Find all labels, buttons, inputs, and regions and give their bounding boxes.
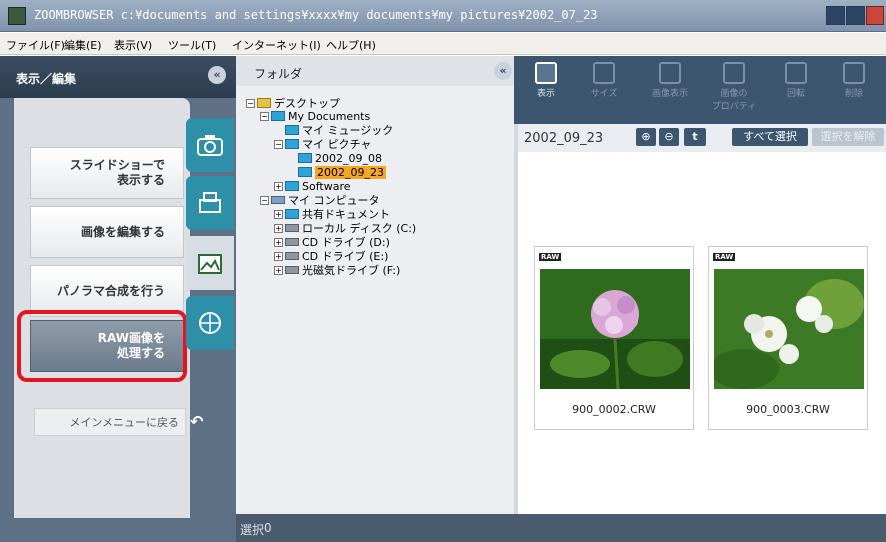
window-title: ZOOMBROWSER c:¥documents and settings¥xx… <box>34 8 598 22</box>
tree-node-desktop[interactable]: − デスクトップ <box>246 96 340 110</box>
view-icon <box>535 62 557 84</box>
collapse-folder-icon[interactable]: « <box>494 62 512 80</box>
folder-panel-header: フォルダ « <box>236 56 514 86</box>
folder-icon <box>285 181 299 191</box>
maximize-button[interactable] <box>846 6 865 25</box>
view-button[interactable]: 表示 <box>520 62 572 99</box>
selection-count: 0 <box>264 521 272 535</box>
select-all-button[interactable]: すべて選択 <box>732 128 808 146</box>
folder-panel-title: フォルダ <box>254 67 303 81</box>
selection-label: 選択 <box>240 523 265 537</box>
tree-node-2002-09-08[interactable]: 2002_09_08 <box>298 151 382 165</box>
computer-icon <box>271 196 285 204</box>
folder-icon <box>285 209 299 219</box>
tab-camera[interactable] <box>186 118 234 172</box>
thumbnail-item[interactable]: RAW 900_0003.CRW <box>708 246 868 430</box>
up-folder-button[interactable]: t <box>684 128 706 146</box>
tree-node-2002-09-23[interactable]: 2002_09_23 <box>298 165 386 179</box>
menu-edit[interactable]: 編集(E) <box>64 37 102 53</box>
size-icon <box>593 62 615 84</box>
task-panel-title: 表示／編集 <box>16 72 77 86</box>
tree-node-cd-e[interactable]: + CD ドライブ (E:) <box>274 249 388 263</box>
folder-icon <box>285 139 299 149</box>
raw-button-highlight <box>17 310 187 382</box>
rotate-icon <box>785 62 807 84</box>
open-folder-icon <box>298 167 312 177</box>
disk-icon <box>285 224 299 232</box>
menu-bar: ファイル(F) 編集(E) 表示(V) ツール(T) インターネット(I) ヘル… <box>0 33 886 55</box>
toolbar: 表示 サイズ 画像表示 画像の プロパティ 回転 削除 <box>514 56 886 124</box>
tab-print[interactable] <box>186 176 234 230</box>
white-flower-photo <box>714 269 864 389</box>
status-bar: 選択 0 <box>236 514 886 542</box>
print-icon <box>199 192 221 213</box>
hydrangea-photo <box>540 269 690 389</box>
folder-icon <box>298 153 312 163</box>
task-panel-header: 表示／編集 « <box>0 56 236 98</box>
tree-node-software[interactable]: + Software <box>274 179 351 193</box>
edit-image-button[interactable]: 画像を編集する <box>30 206 184 258</box>
content-header: 2002_09_23 ⊕ ⊖ t すべて選択 選択を解除 <box>518 124 886 152</box>
cd-icon <box>285 252 299 260</box>
rotate-button[interactable]: 回転 <box>770 62 822 99</box>
cd-icon <box>285 238 299 246</box>
back-to-main-menu-button[interactable]: メインメニューに戻る <box>34 408 186 436</box>
folder-icon <box>271 111 285 121</box>
menu-help[interactable]: ヘルプ(H) <box>326 37 376 53</box>
current-folder-label: 2002_09_23 <box>524 131 604 146</box>
desktop-icon <box>257 98 271 108</box>
delete-button[interactable]: 削除 <box>828 62 880 99</box>
tab-internet[interactable] <box>186 296 234 350</box>
app-icon <box>8 7 26 25</box>
collapse-left-icon[interactable]: « <box>208 66 226 84</box>
raw-badge: RAW <box>713 253 736 261</box>
menu-internet[interactable]: インターネット(I) <box>232 37 321 53</box>
picture-icon <box>659 62 681 84</box>
camera-icon <box>197 135 223 156</box>
menu-tools[interactable]: ツール(T) <box>168 37 216 53</box>
tree-node-mo-f[interactable]: + 光磁気ドライブ (F:) <box>274 263 400 277</box>
deselect-button[interactable]: 選択を解除 <box>812 128 884 146</box>
tree-node-cd-d[interactable]: + CD ドライブ (D:) <box>274 235 390 249</box>
folder-icon <box>285 125 299 135</box>
menu-view[interactable]: 表示(V) <box>114 37 152 53</box>
disk-icon <box>285 266 299 274</box>
raw-badge: RAW <box>539 253 562 261</box>
image-properties-button[interactable]: 画像の プロパティ <box>708 62 760 112</box>
tab-view-edit[interactable] <box>186 236 234 290</box>
tree-node-local-disk[interactable]: + ローカル ディスク (C:) <box>274 221 416 235</box>
back-arrow-icon[interactable]: ↶ <box>190 412 203 431</box>
thumbnail-filename: 900_0002.CRW <box>572 403 656 416</box>
thumbnail-item[interactable]: RAW 900_0002.CRW <box>534 246 694 430</box>
zoom-out-button[interactable]: ⊖ <box>659 128 679 146</box>
tree-node-my-pictures[interactable]: − マイ ピクチャ <box>274 137 371 151</box>
image-edit-icon <box>198 254 222 274</box>
close-button[interactable] <box>866 6 884 25</box>
properties-icon <box>723 62 745 84</box>
thumbnail-filename: 900_0003.CRW <box>746 403 830 416</box>
tree-node-my-computer[interactable]: − マイ コンピュータ <box>260 193 380 207</box>
globe-mail-icon <box>199 312 221 334</box>
tree-node-my-music[interactable]: マイ ミュージック <box>285 123 393 137</box>
slideshow-button[interactable]: スライドショーで 表示する <box>30 147 184 199</box>
tree-node-shared-documents[interactable]: + 共有ドキュメント <box>274 207 390 221</box>
size-button[interactable]: サイズ <box>578 62 630 99</box>
minimize-button[interactable] <box>826 6 845 25</box>
menu-file[interactable]: ファイル(F) <box>6 37 65 53</box>
title-bar: ZOOMBROWSER c:¥documents and settings¥xx… <box>0 0 886 32</box>
zoom-in-button[interactable]: ⊕ <box>636 128 656 146</box>
trash-icon <box>843 62 865 84</box>
image-view-button[interactable]: 画像表示 <box>644 62 696 99</box>
tree-node-my-documents[interactable]: − My Documents <box>260 109 370 123</box>
